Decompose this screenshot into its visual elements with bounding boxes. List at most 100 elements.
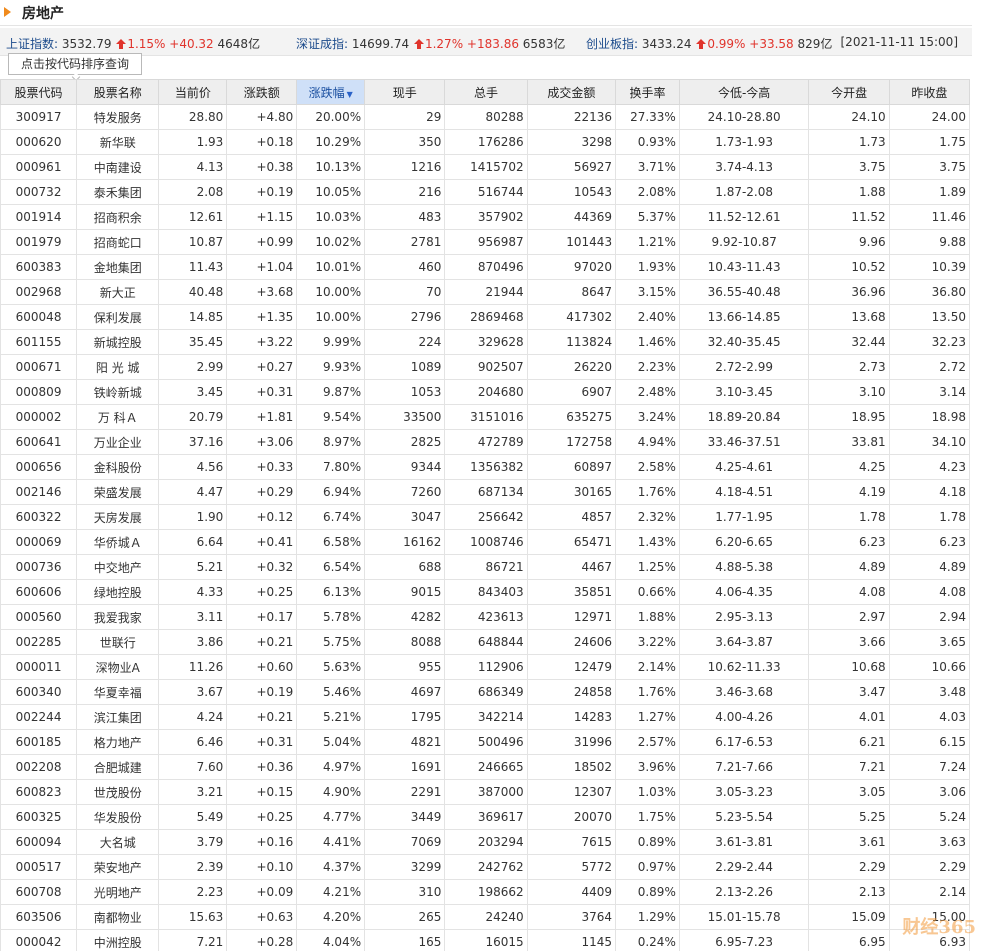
- stock-code-cell[interactable]: 600823: [0, 779, 78, 805]
- stock-name-cell[interactable]: 光明地产: [76, 879, 160, 905]
- table-row[interactable]: 002146 荣盛发展 4.47 +0.29 6.94% 7260 687134 30165 1…: [0, 479, 971, 505]
- table-row[interactable]: 300917 特发服务 28.80 +4.80 20.00% 29 80288 22136 27…: [0, 104, 971, 130]
- stock-name-cell[interactable]: 新城控股: [76, 329, 160, 355]
- table-row[interactable]: 601155 新城控股 35.45 +3.22 9.99% 224 329628 113824…: [0, 329, 971, 355]
- stock-code-cell[interactable]: 000656: [0, 454, 78, 480]
- stock-name-cell[interactable]: 荣安地产: [76, 854, 160, 880]
- stock-code-cell[interactable]: 000042: [0, 929, 78, 951]
- stock-code-cell[interactable]: 000011: [0, 654, 78, 680]
- table-row[interactable]: 000656 金科股份 4.56 +0.33 7.80% 9344 1356382 60897…: [0, 454, 971, 480]
- table-row[interactable]: 600322 天房发展 1.90 +0.12 6.74% 3047 256642 4857 2.…: [0, 504, 971, 530]
- stock-code-cell[interactable]: 600094: [0, 829, 78, 855]
- stock-code-cell[interactable]: 000620: [0, 129, 78, 155]
- stock-name-cell[interactable]: 华夏幸福: [76, 679, 160, 705]
- table-row[interactable]: 001979 招商蛇口 10.87 +0.99 10.02% 2781 956987 1014…: [0, 229, 971, 255]
- stock-name-cell[interactable]: 招商蛇口: [76, 229, 160, 255]
- stock-code-cell[interactable]: 600641: [0, 429, 78, 455]
- stock-code-cell[interactable]: 000517: [0, 854, 78, 880]
- stock-name-cell[interactable]: 新大正: [76, 279, 160, 305]
- col-current-volume-header[interactable]: 现手: [364, 79, 446, 105]
- stock-name-cell[interactable]: 保利发展: [76, 304, 160, 330]
- stock-code-cell[interactable]: 600322: [0, 504, 78, 530]
- col-stock-code-header[interactable]: 股票代码: [0, 79, 78, 105]
- stock-name-cell[interactable]: 招商积余: [76, 204, 160, 230]
- col-prev-close-header[interactable]: 昨收盘: [888, 79, 971, 105]
- table-row[interactable]: 600708 光明地产 2.23 +0.09 4.21% 310 198662 4409 0.8…: [0, 879, 971, 905]
- stock-name-cell[interactable]: 万 科Ａ: [76, 404, 160, 430]
- table-row[interactable]: 600094 大名城 3.79 +0.16 4.41% 7069 203294 7615 0.8…: [0, 829, 971, 855]
- stock-name-cell[interactable]: 南都物业: [76, 904, 160, 930]
- stock-code-cell[interactable]: 600325: [0, 804, 78, 830]
- stock-code-cell[interactable]: 600383: [0, 254, 78, 280]
- sort-by-code-button[interactable]: 点击按代码排序查询: [8, 53, 142, 82]
- table-row[interactable]: 001914 招商积余 12.61 +1.15 10.03% 483 357902 44369…: [0, 204, 971, 230]
- stock-code-cell[interactable]: 600185: [0, 729, 78, 755]
- stock-name-cell[interactable]: 铁岭新城: [76, 379, 160, 405]
- col-current-price-header[interactable]: 当前价: [158, 79, 228, 105]
- stock-code-cell[interactable]: 000671: [0, 354, 78, 380]
- col-total-volume-header[interactable]: 总手: [444, 79, 528, 105]
- table-row[interactable]: 600823 世茂股份 3.21 +0.15 4.90% 2291 387000 12307 1…: [0, 779, 971, 805]
- col-turnover-rate-header[interactable]: 换手率: [615, 79, 680, 105]
- stock-code-cell[interactable]: 001914: [0, 204, 78, 230]
- table-row[interactable]: 002244 滨江集团 4.24 +0.21 5.21% 1795 342214 14283 1…: [0, 704, 971, 730]
- stock-name-cell[interactable]: 万业企业: [76, 429, 160, 455]
- stock-name-cell[interactable]: 天房发展: [76, 504, 160, 530]
- table-row[interactable]: 000809 铁岭新城 3.45 +0.31 9.87% 1053 204680 6907 2.…: [0, 379, 971, 405]
- stock-name-cell[interactable]: 大名城: [76, 829, 160, 855]
- table-row[interactable]: 000011 深物业A 11.26 +0.60 5.63% 955 112906 12479 2…: [0, 654, 971, 680]
- stock-name-cell[interactable]: 特发服务: [76, 104, 160, 130]
- stock-code-cell[interactable]: 000732: [0, 179, 78, 205]
- stock-code-cell[interactable]: 600606: [0, 579, 78, 605]
- table-row[interactable]: 600185 格力地产 6.46 +0.31 5.04% 4821 500496 31996 2…: [0, 729, 971, 755]
- table-row[interactable]: 600340 华夏幸福 3.67 +0.19 5.46% 4697 686349 24858 1…: [0, 679, 971, 705]
- table-row[interactable]: 000732 泰禾集团 2.08 +0.19 10.05% 216 516744 10543 2…: [0, 179, 971, 205]
- index-shenzhen[interactable]: 深证成指: 14699.74 1.27% +183.86 6583亿: [296, 35, 565, 52]
- stock-code-cell[interactable]: 000809: [0, 379, 78, 405]
- col-open-header[interactable]: 今开盘: [808, 79, 890, 105]
- stock-code-cell[interactable]: 000736: [0, 554, 78, 580]
- table-row[interactable]: 603506 南都物业 15.63 +0.63 4.20% 265 24240 3764 1.2…: [0, 904, 971, 930]
- stock-name-cell[interactable]: 绿地控股: [76, 579, 160, 605]
- stock-code-cell[interactable]: 000002: [0, 404, 78, 430]
- index-chinext[interactable]: 创业板指: 3433.24 0.99% +33.58 829亿: [586, 35, 832, 52]
- stock-code-cell[interactable]: 600048: [0, 304, 78, 330]
- stock-code-cell[interactable]: 000560: [0, 604, 78, 630]
- col-change-header[interactable]: 涨跌额: [226, 79, 298, 105]
- stock-name-cell[interactable]: 我爱我家: [76, 604, 160, 630]
- stock-name-cell[interactable]: 格力地产: [76, 729, 160, 755]
- table-row[interactable]: 000069 华侨城Ａ 6.64 +0.41 6.58% 16162 1008746 6547…: [0, 529, 971, 555]
- stock-name-cell[interactable]: 滨江集团: [76, 704, 160, 730]
- stock-code-cell[interactable]: 000069: [0, 529, 78, 555]
- stock-name-cell[interactable]: 深物业A: [76, 654, 160, 680]
- table-row[interactable]: 000042 中洲控股 7.21 +0.28 4.04% 165 16015 1145 0.24…: [0, 929, 971, 951]
- table-row[interactable]: 000961 中南建设 4.13 +0.38 10.13% 1216 1415702 5692…: [0, 154, 971, 180]
- stock-code-cell[interactable]: 002968: [0, 279, 78, 305]
- stock-code-cell[interactable]: 002244: [0, 704, 78, 730]
- stock-name-cell[interactable]: 泰禾集团: [76, 179, 160, 205]
- col-turnover-amount-header[interactable]: 成交金额: [526, 79, 617, 105]
- stock-code-cell[interactable]: 603506: [0, 904, 78, 930]
- table-row[interactable]: 000002 万 科Ａ 20.79 +1.81 9.54% 33500 3151016 635…: [0, 404, 971, 430]
- stock-code-cell[interactable]: 601155: [0, 329, 78, 355]
- table-row[interactable]: 000620 新华联 1.93 +0.18 10.29% 350 176286 3298 0.9…: [0, 129, 971, 155]
- table-row[interactable]: 600325 华发股份 5.49 +0.25 4.77% 3449 369617 20070 1…: [0, 804, 971, 830]
- col-low-high-header[interactable]: 今低-今高: [678, 79, 810, 105]
- table-row[interactable]: 002968 新大正 40.48 +3.68 10.00% 70 21944 8647 3.15…: [0, 279, 971, 305]
- stock-name-cell[interactable]: 世联行: [76, 629, 160, 655]
- stock-name-cell[interactable]: 中交地产: [76, 554, 160, 580]
- stock-code-cell[interactable]: 002146: [0, 479, 78, 505]
- table-row[interactable]: 600606 绿地控股 4.33 +0.25 6.13% 9015 843403 35851 0…: [0, 579, 971, 605]
- stock-code-cell[interactable]: 600708: [0, 879, 78, 905]
- stock-name-cell[interactable]: 合肥城建: [76, 754, 160, 780]
- table-row[interactable]: 002208 合肥城建 7.60 +0.36 4.97% 1691 246665 18502 3…: [0, 754, 971, 780]
- stock-name-cell[interactable]: 金科股份: [76, 454, 160, 480]
- stock-code-cell[interactable]: 002285: [0, 629, 78, 655]
- table-row[interactable]: 600383 金地集团 11.43 +1.04 10.01% 460 870496 97020…: [0, 254, 971, 280]
- stock-code-cell[interactable]: 001979: [0, 229, 78, 255]
- stock-code-cell[interactable]: 600340: [0, 679, 78, 705]
- stock-name-cell[interactable]: 华侨城Ａ: [76, 529, 160, 555]
- stock-code-cell[interactable]: 002208: [0, 754, 78, 780]
- table-row[interactable]: 000560 我爱我家 3.11 +0.17 5.78% 4282 423613 12971 1…: [0, 604, 971, 630]
- table-row[interactable]: 000736 中交地产 5.21 +0.32 6.54% 688 86721 4467 1.25…: [0, 554, 971, 580]
